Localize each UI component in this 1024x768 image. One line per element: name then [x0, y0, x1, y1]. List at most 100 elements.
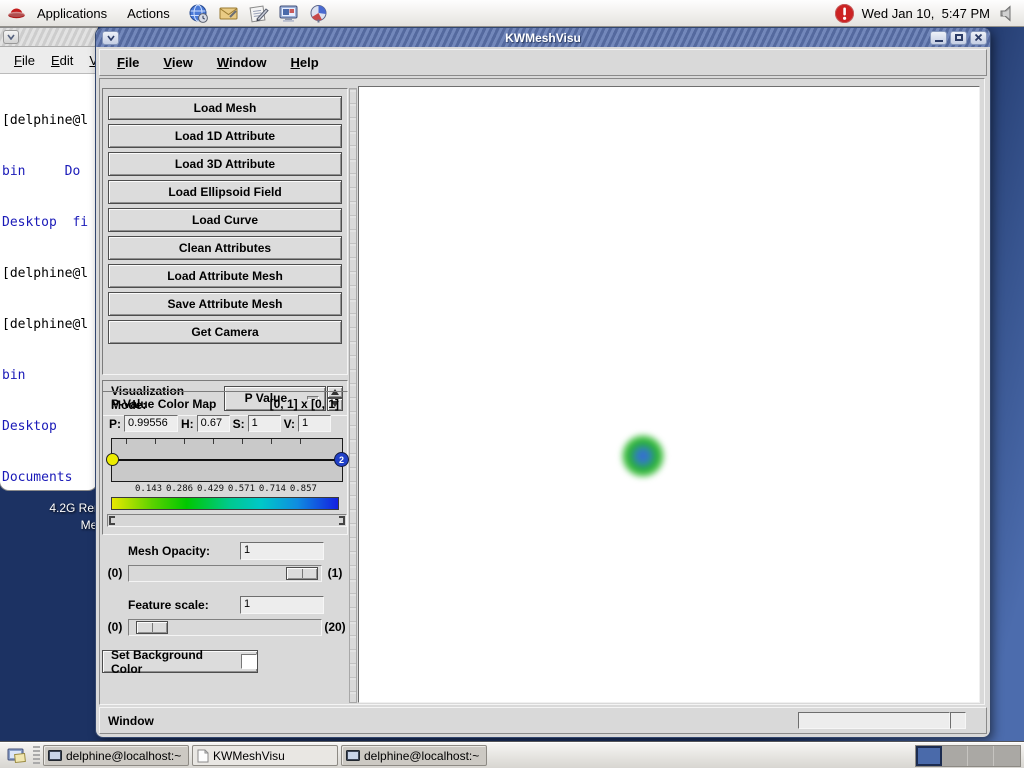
show-desktop-button[interactable]: [3, 745, 30, 767]
mesh-opacity-slider-row: (0) (1): [102, 564, 348, 582]
terminal-line: Desktop fi: [2, 215, 89, 230]
tick-label: 0.857: [289, 484, 317, 494]
mesh-opacity-field[interactable]: 1: [240, 542, 324, 560]
h-value-field[interactable]: 0.67: [196, 415, 230, 432]
mesh-sphere: [371, 90, 967, 700]
presentation-icon[interactable]: [308, 3, 329, 24]
desktop-icon-label[interactable]: Med: [0, 517, 104, 534]
terminal-icon: [346, 749, 360, 761]
terminal-menu-edit[interactable]: Edit: [45, 51, 79, 70]
applications-menu[interactable]: Applications: [27, 6, 117, 21]
get-camera-button[interactable]: Get Camera: [108, 320, 342, 344]
actions-menu[interactable]: Actions: [117, 6, 180, 21]
panel-divider[interactable]: [349, 88, 357, 703]
taskbar-item-terminal-1[interactable]: delphine@localhost:~: [43, 745, 189, 766]
feature-scale-slider[interactable]: [128, 618, 322, 636]
desktop-icon-label[interactable]: 4.2G Rem: [0, 500, 104, 517]
curve-point-start[interactable]: [106, 453, 119, 466]
tick-label: 0.143: [135, 484, 163, 494]
clock[interactable]: Wed Jan 10, 5:47 PM: [862, 6, 990, 21]
panel-launchers: [188, 3, 329, 24]
v-label: V:: [283, 416, 296, 431]
terminal-menu-file[interactable]: File: [8, 51, 41, 70]
load-curve-button[interactable]: Load Curve: [108, 208, 342, 232]
s-value-field[interactable]: 1: [247, 415, 281, 432]
workspace-4[interactable]: [994, 746, 1020, 766]
curve-axis-labels: 0.143 0.286 0.429 0.571 0.714 0.857: [135, 484, 317, 494]
maximize-button[interactable]: [950, 30, 967, 45]
colormap-gradient-bar: [111, 497, 339, 510]
writer-icon[interactable]: [248, 3, 269, 24]
document-icon: [197, 749, 209, 762]
menu-file[interactable]: File: [108, 52, 148, 73]
menu-view[interactable]: View: [154, 52, 201, 73]
minimize-button[interactable]: [930, 30, 947, 45]
terminal-line: bin Do: [2, 164, 81, 179]
mesh-opacity-label: Mesh Opacity:: [128, 544, 211, 558]
load-mesh-button[interactable]: Load Mesh: [108, 96, 342, 120]
v-value-field[interactable]: 1: [298, 415, 332, 432]
tick-label: 0.429: [196, 484, 225, 494]
colormap-range-slider[interactable]: [107, 514, 347, 527]
p-value-field[interactable]: 0.99556: [124, 415, 178, 432]
mesh-opacity-min: (0): [107, 566, 123, 580]
redhat-icon[interactable]: [6, 3, 27, 24]
taskbar-item-label: KWMeshVisu: [213, 748, 285, 763]
volume-icon[interactable]: [997, 3, 1018, 24]
screenshot-icon[interactable]: [278, 3, 299, 24]
terminal-titlebar[interactable]: [0, 28, 97, 47]
load-3d-attribute-button[interactable]: Load 3D Attribute: [108, 152, 342, 176]
load-1d-attribute-button[interactable]: Load 1D Attribute: [108, 124, 342, 148]
curve-point-end[interactable]: 2: [334, 452, 349, 467]
web-browser-icon[interactable]: [188, 3, 209, 24]
mesh-opacity-thumb[interactable]: [286, 566, 318, 580]
set-background-color-label: Set Background Color: [111, 647, 204, 676]
colormap-curve-editor[interactable]: 2: [106, 438, 349, 482]
panel-handle[interactable]: [33, 745, 40, 766]
workspace-1[interactable]: [916, 745, 942, 766]
p-label: P:: [109, 416, 121, 431]
action-button-panel: Load Mesh Load 1D Attribute Load 3D Attr…: [102, 88, 348, 375]
workspace-2[interactable]: [942, 745, 968, 766]
set-background-color-button[interactable]: Set Background Color: [102, 647, 258, 676]
menu-window[interactable]: Window: [208, 52, 276, 73]
window-titlebar[interactable]: KWMeshVisu: [96, 28, 990, 47]
alert-notification-icon[interactable]: [834, 3, 855, 24]
menu-help[interactable]: Help: [282, 52, 328, 73]
background-color-swatch: [240, 654, 257, 669]
terminal-menu-view[interactable]: View: [83, 51, 97, 70]
terminal-line: Desktop: [2, 419, 57, 434]
terminal-icon: [48, 749, 62, 761]
taskbar-item-kwmeshvisu[interactable]: KWMeshVisu: [192, 745, 338, 766]
load-ellipsoid-field-button[interactable]: Load Ellipsoid Field: [108, 180, 342, 204]
tick-label: 0.714: [258, 484, 286, 494]
minimize-icon: [934, 39, 943, 42]
workspace-pager: [915, 744, 1021, 767]
h-label: H:: [181, 416, 194, 431]
mesh-opacity-slider[interactable]: [128, 564, 322, 582]
window-title: KWMeshVisu: [505, 30, 581, 45]
taskbar-item-terminal-2[interactable]: delphine@localhost:~: [341, 745, 487, 766]
render-viewport[interactable]: [358, 86, 980, 703]
progress-gauge: [798, 712, 950, 729]
status-bar: Window: [99, 707, 987, 734]
email-icon[interactable]: [218, 3, 239, 24]
load-attribute-mesh-button[interactable]: Load Attribute Mesh: [108, 264, 342, 288]
close-button[interactable]: [970, 30, 987, 45]
shade-button[interactable]: [102, 30, 119, 45]
range-handle-left[interactable]: [109, 516, 115, 525]
chevron-down-icon: [7, 34, 15, 40]
terminal-output[interactable]: [delphine@l bin Do Desktop fi [delphine@…: [0, 74, 97, 490]
shade-button[interactable]: [3, 30, 19, 44]
workspace-3[interactable]: [968, 745, 994, 766]
save-attribute-mesh-button[interactable]: Save Attribute Mesh: [108, 292, 342, 316]
status-label: Window: [108, 713, 154, 728]
pvalue-spot: [621, 434, 665, 478]
clean-attributes-button[interactable]: Clean Attributes: [108, 236, 342, 260]
taskbar-item-label: delphine@localhost:~: [66, 748, 182, 763]
maximize-icon: [954, 34, 963, 41]
range-handle-right[interactable]: [339, 516, 345, 525]
feature-scale-field[interactable]: 1: [240, 596, 324, 614]
feature-scale-thumb[interactable]: [136, 620, 168, 634]
gnome-bottom-panel: delphine@localhost:~ KWMeshVisu delphine…: [0, 742, 1024, 768]
